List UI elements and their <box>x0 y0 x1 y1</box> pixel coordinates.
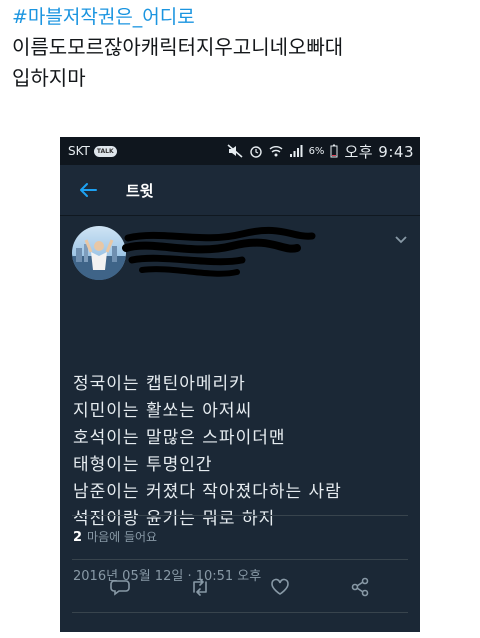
app-bar: 트윗 <box>60 165 420 216</box>
reply-icon <box>110 580 130 596</box>
alarm-icon <box>249 146 262 158</box>
avatar-photo <box>72 239 126 280</box>
wifi-icon <box>269 146 283 157</box>
heart-icon <box>271 578 289 595</box>
carrier-label: SKT <box>68 144 90 158</box>
chevron-down-icon[interactable] <box>394 234 408 244</box>
caption-line-2: 입하지마 <box>12 66 86 90</box>
retweet-button[interactable] <box>185 572 215 602</box>
like-button[interactable] <box>265 572 295 602</box>
tweet-actions <box>60 572 420 602</box>
likes-count: 2 <box>73 530 83 545</box>
likes-summary[interactable]: 2 마음에 들어요 <box>73 528 157 545</box>
page-title: 트윗 <box>126 181 154 200</box>
signal-icon <box>289 145 303 157</box>
hashtag-link[interactable]: #마블저작권은_어디로 <box>12 4 472 30</box>
status-time: 오후 9:43 <box>344 142 414 161</box>
back-arrow-icon <box>80 183 97 197</box>
tweet-line: 지민이는 활쏘는 아저씨 <box>73 401 253 421</box>
share-icon <box>351 577 369 597</box>
likes-label: 마음에 들어요 <box>87 530 158 544</box>
status-bar: SKT TALK 6% 오후 9:43 <box>60 137 420 165</box>
divider <box>72 559 408 560</box>
mute-icon <box>227 144 243 158</box>
tweet-line: 태형이는 투명인간 <box>73 455 213 475</box>
battery-percent: 6% <box>308 145 325 157</box>
tweet-line: 호석이는 말많은 스파이더맨 <box>73 428 286 448</box>
caption-line-1: 이름도모르잖아캐릭터지우고니네오빠대 <box>12 35 344 59</box>
tweet-line: 남준이는 커졌다 작아졌다하는 사람 <box>73 482 342 502</box>
back-button[interactable] <box>68 170 108 210</box>
battery-icon <box>330 144 338 158</box>
outer-tweet-header: #마블저작권은_어디로 이름도모르잖아캐릭터지우고니네오빠대 입하지마 <box>12 4 472 94</box>
tweet-line: 정국이는 캡틴아메리카 <box>73 374 246 394</box>
tweet-detail: 정국이는 캡틴아메리카 지민이는 활쏘는 아저씨 호석이는 말많은 스파이더맨 … <box>60 216 420 584</box>
redacted-username <box>122 226 316 277</box>
embedded-screenshot: SKT TALK 6% 오후 9:43 트윗 정국이는 캡틴아메리카 지민이는 … <box>60 137 420 632</box>
divider <box>72 612 408 613</box>
tweet-text: 정국이는 캡틴아메리카 지민이는 활쏘는 아저씨 호석이는 말많은 스파이더맨 … <box>73 371 342 533</box>
reply-button[interactable] <box>105 572 135 602</box>
retweet-icon <box>193 578 207 596</box>
share-button[interactable] <box>345 572 375 602</box>
avatar[interactable] <box>72 226 126 280</box>
talk-badge: TALK <box>93 145 117 157</box>
divider <box>72 515 408 516</box>
